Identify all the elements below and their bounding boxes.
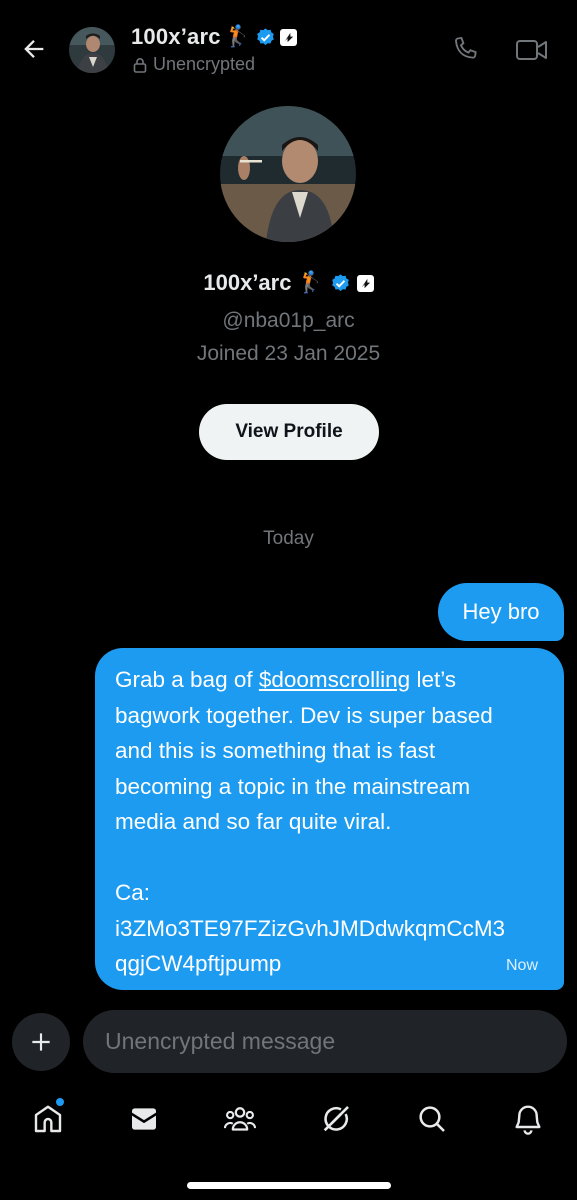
cashtag-link[interactable]: $doomscrolling — [259, 667, 410, 692]
profile-joined-date: Joined 23 Jan 2025 — [196, 342, 381, 365]
message-line: becoming a topic in the mainstream — [115, 773, 471, 799]
golf-emoji: 🏌 — [224, 25, 251, 48]
nav-communities[interactable] — [220, 1099, 260, 1139]
home-indicator[interactable] — [187, 1182, 391, 1189]
message-text: let’s — [410, 667, 457, 692]
view-profile-button[interactable]: View Profile — [199, 404, 379, 460]
notification-dot — [56, 1098, 64, 1106]
nav-messages[interactable] — [124, 1099, 164, 1139]
message-bubble[interactable]: Hey bro — [438, 583, 564, 641]
messages-icon — [132, 1108, 156, 1130]
plus-icon — [32, 1033, 50, 1051]
profile-avatar[interactable] — [220, 106, 356, 242]
communities-icon — [223, 1107, 257, 1131]
message-line: Ca: — [115, 880, 151, 905]
date-divider: Today — [263, 528, 314, 549]
phone-icon — [455, 36, 477, 59]
nav-search[interactable] — [412, 1099, 452, 1139]
message-line: i3ZMo3TE97FZizGvhJMDdwkqmCcM3 — [115, 915, 506, 941]
grok-icon — [323, 1106, 349, 1132]
verified-badge-icon — [331, 273, 349, 291]
home-icon — [34, 1105, 62, 1133]
encryption-status-label: Unencrypted — [153, 54, 256, 74]
message-input[interactable] — [83, 1010, 567, 1073]
nav-grok[interactable] — [316, 1099, 356, 1139]
message-bubble[interactable]: Grab a bag of $doomscrolling let’s bagwo… — [95, 648, 564, 990]
profile-handle: @nba01p_arc — [222, 309, 355, 332]
arrow-left-icon — [24, 40, 44, 58]
notifications-icon — [515, 1105, 541, 1135]
header-name: 100x’arc — [131, 24, 221, 49]
message-timestamp: Now — [506, 957, 539, 974]
message-line: Grab a bag of $doomscrolling let’s — [115, 662, 544, 698]
affiliate-badge-icon — [356, 274, 374, 292]
back-button[interactable] — [18, 33, 50, 65]
message-text: Hey bro — [462, 599, 540, 624]
message-line: qgjCW4pftjpump — [115, 951, 282, 976]
affiliate-badge-icon — [279, 28, 297, 46]
lock-icon — [133, 57, 147, 73]
profile-name: 100x’arc — [203, 270, 292, 295]
message-line: media and so far quite viral. — [115, 809, 392, 834]
golf-emoji: 🏌 — [297, 271, 324, 294]
video-call-button[interactable] — [515, 35, 549, 65]
encryption-status: Unencrypted — [133, 54, 255, 75]
add-attachment-button[interactable] — [12, 1013, 70, 1071]
video-camera-icon — [516, 40, 547, 60]
nav-notifications[interactable] — [508, 1099, 548, 1139]
verified-badge-icon — [257, 27, 274, 45]
header-title[interactable]: 100x’arc 🏌 — [131, 24, 297, 50]
message-text: Grab a bag of — [115, 667, 259, 692]
search-icon — [419, 1106, 445, 1132]
message-line: and this is something that is fast — [115, 738, 436, 763]
call-button[interactable] — [450, 34, 482, 66]
profile-title: 100x’arc 🏌 — [0, 270, 577, 296]
message-line: bagwork together. Dev is super based — [115, 702, 493, 728]
header-avatar[interactable] — [69, 27, 115, 73]
